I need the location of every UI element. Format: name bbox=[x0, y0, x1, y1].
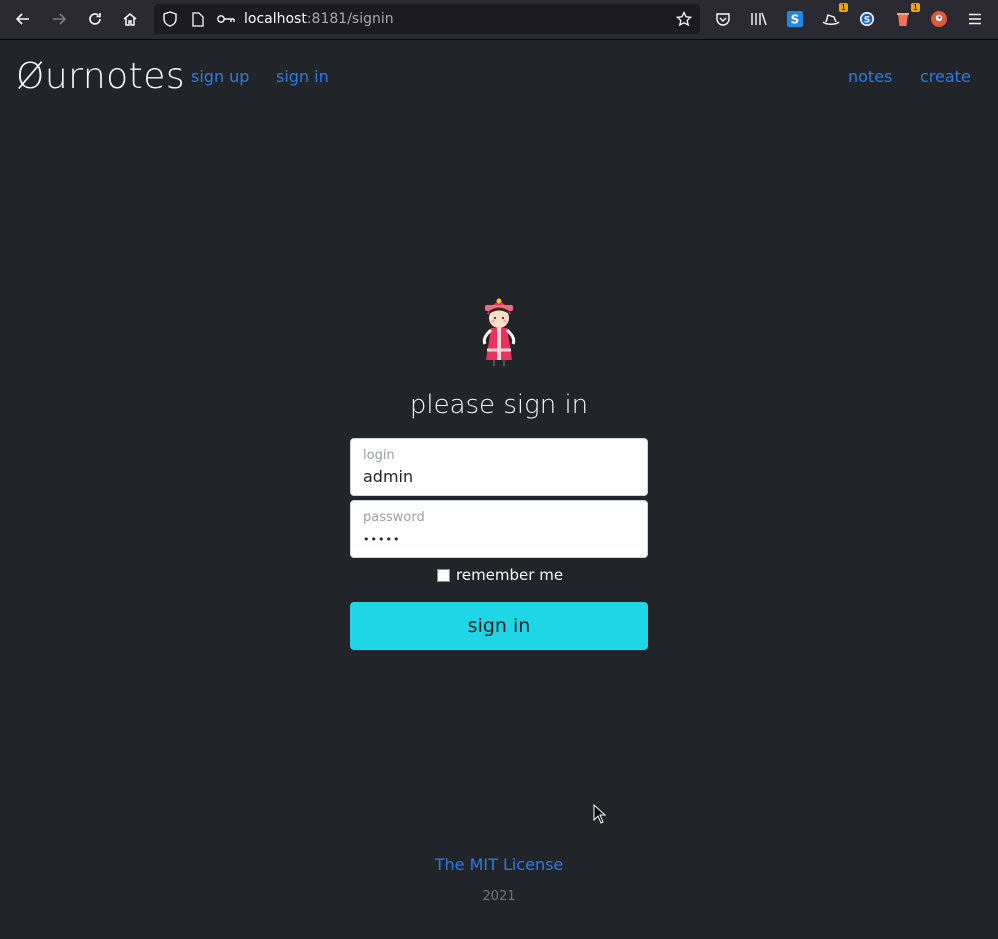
nav-sign-in[interactable]: sign in bbox=[276, 67, 329, 86]
mascot-image bbox=[474, 292, 524, 368]
page-icon bbox=[187, 8, 209, 30]
back-arrow-icon[interactable] bbox=[12, 8, 34, 30]
badge-count: 1 bbox=[838, 3, 848, 12]
url-bar[interactable]: localhost:8181/signin bbox=[154, 4, 700, 34]
forward-arrow-icon[interactable] bbox=[48, 8, 70, 30]
browser-toolbar: localhost:8181/signin S 1 S 1 bbox=[0, 0, 998, 40]
svg-text:S: S bbox=[791, 13, 800, 27]
login-field[interactable]: login admin bbox=[350, 438, 648, 496]
duckduckgo-icon[interactable] bbox=[928, 8, 950, 30]
footer-year: 2021 bbox=[482, 889, 516, 904]
password-field[interactable]: password ••••• bbox=[350, 500, 648, 558]
reload-icon[interactable] bbox=[84, 8, 106, 30]
brand-logo[interactable]: Øurnotes bbox=[16, 56, 185, 97]
extension-circle-s-icon[interactable]: S bbox=[856, 8, 878, 30]
password-label: password bbox=[363, 510, 425, 525]
svg-text:S: S bbox=[864, 16, 870, 26]
nav-create[interactable]: create bbox=[920, 67, 971, 86]
remember-me-row[interactable]: remember me bbox=[437, 566, 563, 584]
extension-cup-icon[interactable]: 1 bbox=[892, 3, 920, 30]
url-text: localhost:8181/signin bbox=[244, 11, 394, 27]
library-icon[interactable] bbox=[748, 8, 770, 30]
menu-icon[interactable] bbox=[964, 8, 986, 30]
bookmark-star-icon[interactable] bbox=[673, 8, 695, 30]
sign-in-button[interactable]: sign in bbox=[350, 602, 648, 650]
login-input[interactable]: admin bbox=[363, 467, 413, 486]
license-link[interactable]: The MIT License bbox=[0, 855, 998, 874]
nav-notes[interactable]: notes bbox=[848, 67, 892, 86]
login-label: login bbox=[363, 448, 395, 463]
shield-icon[interactable] bbox=[159, 8, 181, 30]
mouse-cursor-icon bbox=[593, 803, 607, 828]
nav-sign-up[interactable]: sign up bbox=[191, 67, 249, 86]
page-title: please sign in bbox=[409, 390, 589, 420]
badge-count: 1 bbox=[910, 3, 920, 12]
home-icon[interactable] bbox=[119, 8, 141, 30]
extension-hat-icon[interactable]: 1 bbox=[820, 3, 848, 30]
pocket-icon[interactable] bbox=[712, 8, 734, 30]
remember-me-label: remember me bbox=[456, 566, 564, 584]
remember-me-checkbox[interactable] bbox=[437, 568, 450, 582]
extension-s-icon[interactable]: S bbox=[784, 8, 806, 30]
password-input[interactable]: ••••• bbox=[363, 533, 400, 546]
key-icon[interactable] bbox=[215, 8, 237, 30]
